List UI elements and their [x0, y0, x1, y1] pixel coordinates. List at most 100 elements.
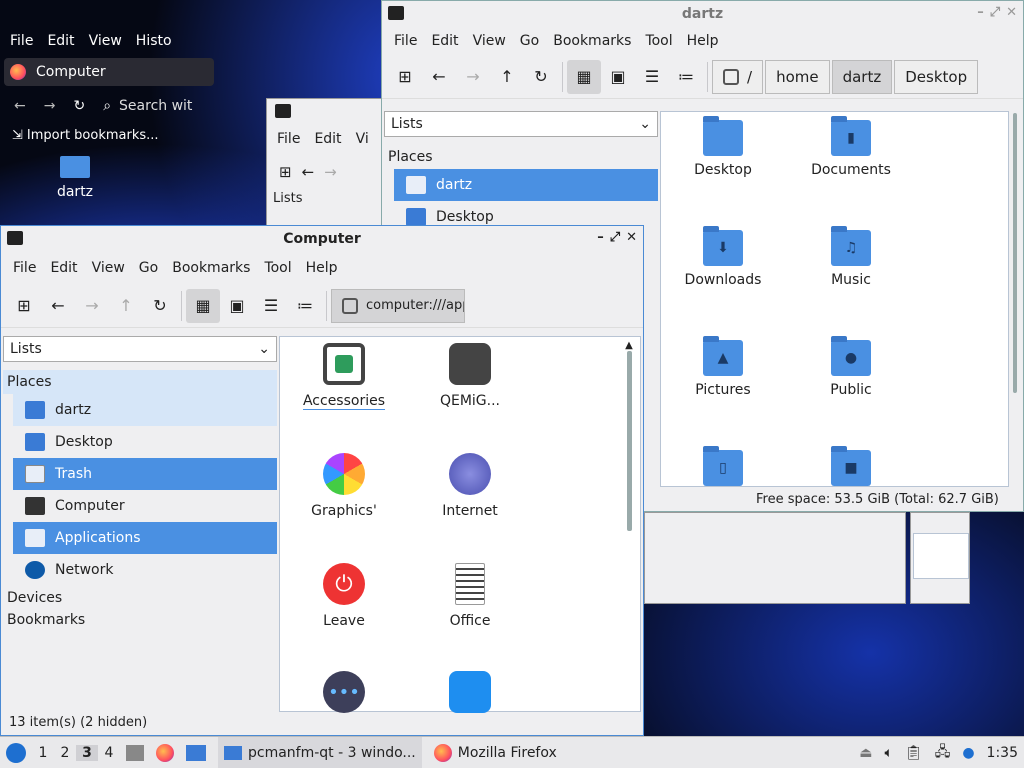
menu-help[interactable]: Help: [302, 260, 348, 276]
forward-icon[interactable]: →: [324, 163, 337, 181]
icon-view-icon[interactable]: ▦: [186, 288, 220, 323]
launcher-file-manager[interactable]: [180, 737, 212, 768]
reload-icon[interactable]: ↻: [143, 289, 177, 323]
path-root-button[interactable]: /: [712, 59, 764, 94]
menu-tool[interactable]: Tool: [641, 33, 682, 49]
bookmarks-header[interactable]: Bookmarks: [3, 610, 277, 632]
workspace-2[interactable]: 2: [54, 745, 76, 761]
sidebar-item-network[interactable]: Network: [13, 554, 277, 586]
minimize-icon[interactable]: –: [977, 5, 984, 20]
view-mode-select[interactable]: Lists ⌄: [384, 111, 658, 137]
menu-bookmarks[interactable]: Bookmarks: [168, 260, 260, 276]
task-firefox[interactable]: Mozilla Firefox: [428, 737, 563, 768]
app-item[interactable]: Graphics': [284, 453, 404, 519]
folder-item[interactable]: ● Public: [791, 336, 911, 398]
tray-up-icon[interactable]: ⏏: [853, 737, 878, 768]
maximize-icon[interactable]: ⤢: [990, 5, 1000, 20]
icon-view-icon[interactable]: ▦: [567, 59, 601, 94]
folder-item[interactable]: ▮ Documents: [791, 116, 911, 178]
scrollbar-thumb[interactable]: [627, 351, 632, 531]
task-pcmanfm[interactable]: pcmanfm-qt - 3 windo...: [218, 736, 422, 768]
app-item[interactable]: •••: [284, 671, 404, 721]
sidebar-item-computer[interactable]: Computer: [13, 490, 277, 522]
close-icon[interactable]: ✕: [1006, 5, 1017, 20]
devices-header[interactable]: Devices: [3, 586, 277, 610]
folder-item[interactable]: ♫ Music: [791, 226, 911, 288]
sidebar-item-trash[interactable]: Trash: [13, 458, 277, 490]
path-dartz-button[interactable]: dartz: [831, 59, 893, 94]
sidebar-item-dartz[interactable]: dartz: [394, 169, 658, 201]
menu-file[interactable]: File: [9, 260, 46, 276]
start-menu-button[interactable]: [0, 737, 32, 768]
scrollbar-thumb[interactable]: [1013, 113, 1017, 393]
launcher-firefox[interactable]: [150, 737, 180, 768]
updates-icon[interactable]: ●: [956, 737, 980, 768]
menu-bookmarks[interactable]: Bookmarks: [549, 33, 641, 49]
computer-scrollbar[interactable]: ▲: [623, 340, 635, 700]
sidebar-item-desktop[interactable]: Desktop: [13, 426, 277, 458]
path-bar[interactable]: computer:///applications/: [331, 288, 465, 323]
clock[interactable]: 1:35: [981, 737, 1024, 768]
back-icon[interactable]: ←: [422, 60, 456, 94]
menu-view[interactable]: Vi: [352, 131, 379, 147]
folder-item[interactable]: Desktop: [663, 116, 783, 178]
firefox-menu-history[interactable]: Histo: [136, 33, 172, 49]
show-desktop-button[interactable]: [120, 737, 150, 768]
workspace-4[interactable]: 4: [98, 745, 120, 761]
menu-view[interactable]: View: [88, 260, 135, 276]
menu-edit[interactable]: Edit: [46, 260, 87, 276]
menu-file[interactable]: File: [390, 33, 427, 49]
reload-icon[interactable]: ↻: [73, 98, 85, 114]
firefox-menu-file[interactable]: File: [10, 33, 33, 49]
app-item[interactable]: Office: [410, 563, 530, 629]
workspace-1[interactable]: 1: [32, 745, 54, 761]
app-item[interactable]: QEMiG...: [410, 343, 530, 409]
compact-view-icon[interactable]: ☰: [635, 60, 669, 94]
path-desktop-button[interactable]: Desktop: [894, 59, 979, 94]
menu-edit[interactable]: Edit: [310, 131, 351, 147]
forward-icon[interactable]: →: [44, 98, 56, 114]
workspace-3[interactable]: 3: [76, 744, 98, 761]
new-tab-icon[interactable]: ⊞: [388, 60, 422, 94]
forward-icon[interactable]: →: [456, 60, 490, 94]
minimize-icon[interactable]: –: [597, 230, 604, 245]
app-item[interactable]: [410, 671, 530, 721]
compact-view-icon[interactable]: ☰: [254, 289, 288, 323]
new-tab-icon[interactable]: ⊞: [279, 163, 292, 181]
folder-item[interactable]: ■: [791, 446, 911, 492]
scrollbar-up-icon[interactable]: ▲: [623, 340, 635, 351]
maximize-icon[interactable]: ⤢: [610, 230, 620, 245]
desktop-icon-dartz[interactable]: dartz: [40, 156, 110, 200]
folder-item[interactable]: ▲ Pictures: [663, 336, 783, 398]
menu-go[interactable]: Go: [135, 260, 168, 276]
menu-help[interactable]: Help: [683, 33, 729, 49]
menu-file[interactable]: File: [273, 131, 310, 147]
thumbnail-view-icon[interactable]: ▣: [220, 289, 254, 323]
folder-item[interactable]: ⬇ Downloads: [663, 226, 783, 288]
forward-icon[interactable]: →: [75, 289, 109, 323]
back-icon[interactable]: ←: [302, 163, 315, 181]
detail-view-icon[interactable]: ≔: [669, 60, 703, 94]
menu-view[interactable]: View: [469, 33, 516, 49]
volume-icon[interactable]: 🔈︎: [879, 737, 899, 768]
app-item[interactable]: ⏻ Leave: [284, 563, 404, 629]
network-icon[interactable]: 🖧: [929, 737, 957, 768]
firefox-tab[interactable]: Computer: [4, 58, 214, 86]
sidebar-item-applications[interactable]: Applications: [13, 522, 277, 554]
sidebar-item-dartz[interactable]: dartz: [13, 394, 277, 426]
reload-icon[interactable]: ↻: [524, 60, 558, 94]
path-home-button[interactable]: home: [765, 59, 830, 94]
up-icon[interactable]: ↑: [109, 289, 143, 323]
menu-go[interactable]: Go: [516, 33, 549, 49]
clipboard-icon[interactable]: 📋︎: [899, 737, 929, 768]
back-icon[interactable]: ←: [41, 289, 75, 323]
dartz-scrollbar[interactable]: [1010, 113, 1020, 433]
firefox-menu-edit[interactable]: Edit: [47, 33, 74, 49]
new-tab-icon[interactable]: ⊞: [7, 289, 41, 323]
back-icon[interactable]: ←: [14, 98, 26, 114]
detail-view-icon[interactable]: ≔: [288, 289, 322, 323]
import-bookmarks-link[interactable]: ⇲ Import bookmarks...: [0, 122, 226, 148]
menu-tool[interactable]: Tool: [260, 260, 301, 276]
close-icon[interactable]: ✕: [626, 230, 637, 245]
folder-item[interactable]: ▯: [663, 446, 783, 492]
